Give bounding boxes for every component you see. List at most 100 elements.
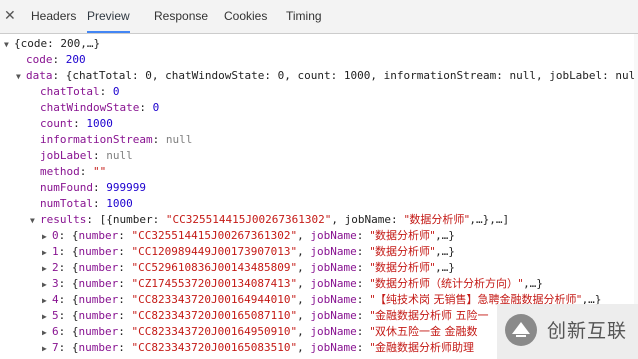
item-index: 4 (52, 293, 59, 306)
results-item-row[interactable]: ▶ 6: {number: "CC823343720J00164950910", … (42, 324, 478, 340)
item-number-key: number (78, 245, 119, 258)
field-value: 0 (112, 85, 120, 98)
field-key: chatTotal (40, 85, 100, 98)
tab-preview[interactable]: Preview (87, 0, 130, 33)
field-key: informationStream (40, 133, 153, 146)
item-number-value: "CC529610836J00143485809" (131, 261, 298, 274)
root-node[interactable]: ▼ {code: 200,…} (4, 36, 100, 52)
field-value: "" (93, 165, 107, 178)
field-key: jobLabel (40, 149, 93, 162)
item-jobname-key: jobName (310, 229, 357, 242)
item-jobname-key: jobName (310, 325, 357, 338)
field-value: 999999 (106, 181, 146, 194)
item-tail: ,…} (435, 229, 455, 242)
field-key: data (26, 69, 53, 82)
item-jobname-value: "金融数据分析师助理 (369, 341, 474, 354)
tab-headers[interactable]: Headers (31, 0, 76, 33)
item-number-value: "CC823343720J00165087110" (131, 309, 298, 322)
item-tail: ,…} (435, 245, 455, 258)
results-summary-prefix: [{number: (99, 213, 166, 226)
code-field: code: 200 (26, 53, 86, 66)
data-field-row: informationStream: null (40, 133, 193, 146)
item-jobname-key: jobName (310, 245, 357, 258)
results-item-row[interactable]: ▶ 5: {number: "CC823343720J00165087110", … (42, 308, 489, 324)
item-index: 2 (52, 261, 59, 274)
item-number-value: "CZ174553720J00134087413" (131, 277, 298, 290)
item-jobname-value: "金融数据分析师 五险一 (369, 309, 489, 322)
item-number-key: number (78, 229, 119, 242)
close-icon[interactable]: ✕ (4, 7, 16, 25)
results-item-row[interactable]: ▶ 0: {number: "CC325514415J00267361302", … (42, 228, 455, 244)
expand-triangle-icon[interactable]: ▶ (42, 325, 52, 341)
item-index: 7 (52, 341, 59, 354)
item-jobname-key: jobName (310, 277, 357, 290)
data-field-row: chatTotal: 0 (40, 85, 120, 98)
expand-triangle-icon[interactable]: ▼ (30, 213, 40, 229)
expand-triangle-icon[interactable]: ▶ (42, 261, 52, 277)
results-item-row[interactable]: ▶ 3: {number: "CZ174553720J00134087413", … (42, 276, 543, 292)
field-value: 200 (65, 53, 86, 66)
item-number-value: "CC823343720J00165083510" (131, 341, 298, 354)
item-jobname-key: jobName (310, 341, 357, 354)
field-value: 1000 (106, 197, 133, 210)
data-field-row: numTotal: 1000 (40, 197, 133, 210)
expand-triangle-icon[interactable]: ▶ (42, 293, 52, 309)
data-field-row: numFound: 999999 (40, 181, 146, 194)
tab-cookies[interactable]: Cookies (224, 0, 267, 33)
item-tail: ,…} (435, 261, 455, 274)
expand-triangle-icon[interactable]: ▶ (42, 229, 52, 245)
devtools-tab-bar: ✕ Headers Preview Response Cookies Timin… (0, 0, 638, 34)
item-number-value: "CC325514415J00267361302" (131, 229, 298, 242)
results-summary-mid: , jobName: (331, 213, 405, 226)
data-field-row: method: "" (40, 165, 107, 178)
item-index: 5 (52, 309, 59, 322)
field-value: 0 (152, 101, 160, 114)
item-jobname-key: jobName (310, 261, 357, 274)
item-number-key: number (78, 341, 119, 354)
item-index: 6 (52, 325, 59, 338)
results-summary-number: "CC325514415J00267361302" (165, 213, 332, 226)
tab-timing[interactable]: Timing (286, 0, 322, 33)
item-index: 0 (52, 229, 59, 242)
field-key: count (40, 117, 74, 130)
expand-triangle-icon[interactable]: ▶ (42, 277, 52, 293)
root-summary: {code: 200,…} (14, 37, 101, 50)
results-item-row[interactable]: ▶ 7: {number: "CC823343720J00165083510", … (42, 340, 474, 356)
watermark-text: 创新互联 (547, 320, 628, 342)
field-key: numTotal (40, 197, 93, 210)
brand-watermark: 创新互联 (497, 304, 638, 359)
item-number-key: number (78, 293, 119, 306)
data-field-row: count: 1000 (40, 117, 113, 130)
item-number-key: number (78, 309, 119, 322)
item-number-key: number (78, 261, 119, 274)
item-jobname-value: "数据分析师" (369, 229, 436, 242)
item-number-key: number (78, 277, 119, 290)
data-field-row: chatWindowState: 0 (40, 101, 160, 114)
results-item-row[interactable]: ▶ 2: {number: "CC529610836J00143485809", … (42, 260, 455, 276)
expand-triangle-icon[interactable]: ▼ (4, 37, 14, 53)
results-item-row[interactable]: ▶ 1: {number: "CC120989449J00173907013", … (42, 244, 455, 260)
item-jobname-value: "双休五险一金 金融数 (369, 325, 478, 338)
item-number-key: number (78, 325, 119, 338)
expand-triangle-icon[interactable]: ▶ (42, 309, 52, 325)
expand-triangle-icon[interactable]: ▶ (42, 341, 52, 357)
item-number-value: "CC120989449J00173907013" (131, 245, 298, 258)
results-summary-suffix: ,…},…] (469, 213, 510, 226)
field-key: code (26, 53, 53, 66)
item-number-value: "CC823343720J00164950910" (131, 325, 298, 338)
results-summary-job: "数据分析师" (404, 213, 470, 226)
field-value: null (106, 149, 133, 162)
item-index: 1 (52, 245, 59, 258)
item-jobname-key: jobName (310, 293, 357, 306)
data-summary: {chatTotal: 0, chatWindowState: 0, count… (65, 69, 638, 82)
expand-triangle-icon[interactable]: ▶ (42, 245, 52, 261)
data-field-row: jobLabel: null (40, 149, 133, 162)
field-key: numFound (40, 181, 93, 194)
field-value: null (165, 133, 193, 146)
item-tail: ,…} (523, 277, 543, 290)
data-node[interactable]: ▼ data: {chatTotal: 0, chatWindowState: 0… (16, 68, 638, 84)
field-value: 1000 (86, 117, 113, 130)
tab-response[interactable]: Response (154, 0, 208, 33)
results-node[interactable]: ▼ results: [{number: "CC325514415J0026736… (30, 212, 509, 228)
expand-triangle-icon[interactable]: ▼ (16, 69, 26, 85)
